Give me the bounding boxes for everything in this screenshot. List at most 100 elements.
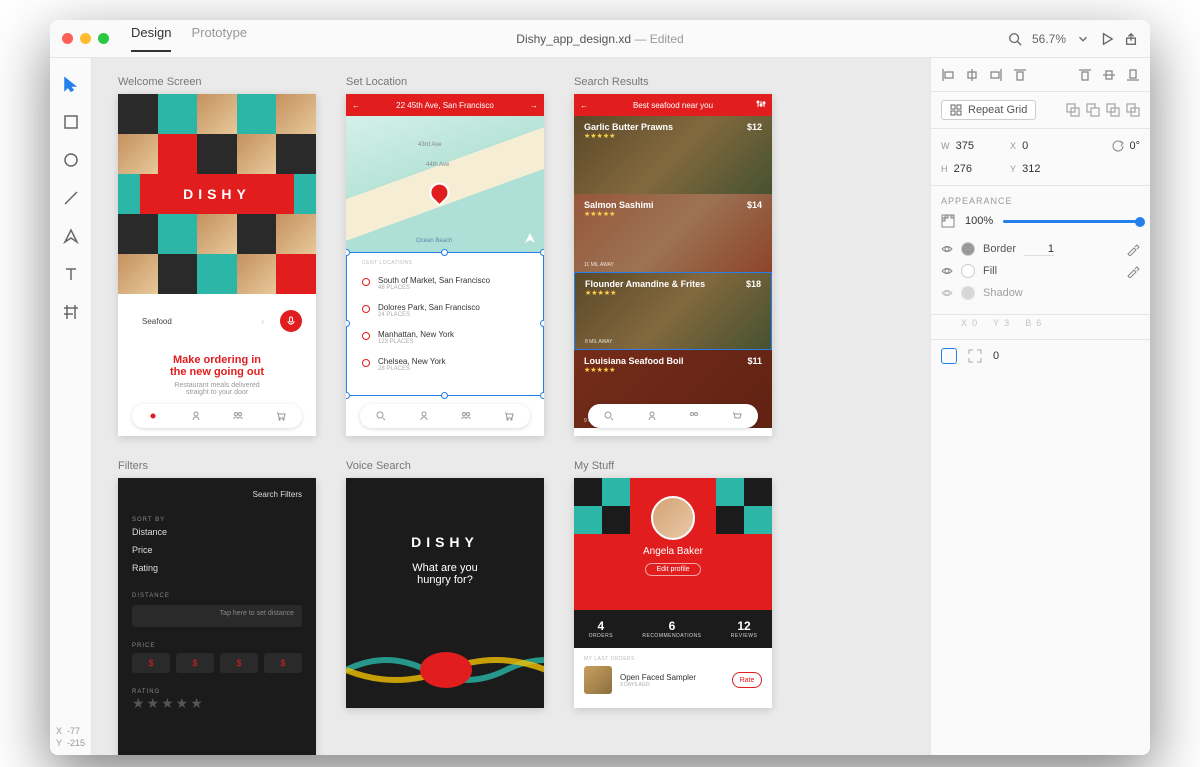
eye-icon[interactable] bbox=[941, 265, 953, 277]
artboard-tool-icon[interactable] bbox=[63, 304, 79, 320]
boolean-ops[interactable] bbox=[1066, 103, 1140, 117]
repeat-grid-button[interactable]: Repeat Grid bbox=[941, 100, 1036, 120]
order-item[interactable]: Open Faced Sampler3 DAYS AGO Rate bbox=[574, 666, 772, 694]
list-item[interactable]: South of Market, San Francisco48 PLACES bbox=[346, 270, 544, 297]
eye-icon[interactable] bbox=[941, 287, 953, 299]
artboard-voice[interactable]: Voice Search DISHY What are youhungry fo… bbox=[346, 460, 544, 755]
artboard-mystuff[interactable]: My Stuff Angela Baker Edit profile bbox=[574, 460, 772, 755]
align-controls-v[interactable] bbox=[1078, 68, 1140, 82]
sort-option[interactable]: Distance bbox=[132, 523, 302, 541]
artboard-filters[interactable]: Filters Search Filters SORT BY Distance … bbox=[118, 460, 316, 755]
result-card[interactable]: Flounder Amandine & Frites★★★★★$188 MIL … bbox=[574, 272, 772, 350]
sort-option[interactable]: Rating bbox=[132, 559, 302, 577]
align-controls[interactable] bbox=[941, 68, 1027, 82]
shadow-y-input[interactable]: 3 bbox=[1004, 318, 1009, 328]
shadow-color-swatch[interactable] bbox=[961, 286, 975, 300]
artboard-welcome[interactable]: Welcome Screen DISHY Seafood bbox=[118, 76, 316, 436]
align-vcenter-icon[interactable] bbox=[1102, 68, 1116, 82]
nav-cart-icon[interactable] bbox=[732, 411, 742, 421]
nav-group-icon[interactable] bbox=[689, 411, 699, 421]
back-icon[interactable]: ← bbox=[352, 101, 360, 110]
align-top2-icon[interactable] bbox=[1078, 68, 1092, 82]
ellipse-tool-icon[interactable] bbox=[63, 152, 79, 168]
nav-profile-icon[interactable] bbox=[647, 411, 657, 421]
y-input[interactable]: 312 bbox=[1022, 163, 1040, 175]
height-input[interactable]: 276 bbox=[954, 163, 972, 175]
nav-cart-icon[interactable] bbox=[276, 411, 286, 421]
bottom-nav[interactable] bbox=[132, 404, 302, 428]
tab-design[interactable]: Design bbox=[131, 25, 171, 52]
result-card[interactable]: Garlic Butter Prawns★★★★★$12 bbox=[574, 116, 772, 194]
minimize-window-button[interactable] bbox=[80, 33, 91, 44]
select-tool-icon[interactable] bbox=[63, 76, 79, 92]
navigate-icon[interactable] bbox=[524, 232, 536, 246]
eyedropper-icon[interactable] bbox=[1126, 242, 1140, 256]
corner-same-icon[interactable] bbox=[941, 348, 957, 364]
close-window-button[interactable] bbox=[62, 33, 73, 44]
bool-subtract-icon[interactable] bbox=[1086, 103, 1100, 117]
rotate-icon[interactable] bbox=[1111, 139, 1125, 153]
nav-profile-icon[interactable] bbox=[191, 411, 201, 421]
tab-prototype[interactable]: Prototype bbox=[191, 25, 247, 52]
voice-search-button[interactable] bbox=[280, 310, 302, 332]
list-item[interactable]: Chelsea, New York28 PLACES bbox=[346, 351, 544, 378]
corner-radius-input[interactable]: 0 bbox=[993, 350, 999, 362]
x-input[interactable]: 0 bbox=[1022, 140, 1028, 152]
bottom-nav[interactable] bbox=[588, 404, 758, 428]
align-top-icon[interactable] bbox=[1013, 68, 1027, 82]
fill-color-swatch[interactable] bbox=[961, 264, 975, 278]
zoom-level[interactable]: 56.7% bbox=[1032, 32, 1066, 46]
list-item[interactable]: Manhattan, New York123 PLACES bbox=[346, 324, 544, 351]
result-card[interactable]: Salmon Sashimi★★★★★$1411 MIL AWAY bbox=[574, 194, 772, 272]
align-hcenter-icon[interactable] bbox=[965, 68, 979, 82]
rotation-input[interactable]: 0° bbox=[1129, 140, 1140, 152]
nav-group-icon[interactable] bbox=[233, 411, 243, 421]
width-input[interactable]: 375 bbox=[956, 140, 974, 152]
opacity-input[interactable]: 100% bbox=[965, 215, 993, 227]
border-width-input[interactable] bbox=[1024, 243, 1054, 256]
nav-group-icon[interactable] bbox=[461, 411, 471, 421]
edit-profile-button[interactable]: Edit profile bbox=[645, 563, 701, 576]
rectangle-tool-icon[interactable] bbox=[63, 114, 79, 130]
nav-cart-icon[interactable] bbox=[504, 411, 514, 421]
search-icon[interactable] bbox=[1008, 32, 1022, 46]
back-icon[interactable]: ← bbox=[580, 101, 588, 110]
maximize-window-button[interactable] bbox=[98, 33, 109, 44]
canvas[interactable]: Welcome Screen DISHY Seafood bbox=[92, 58, 930, 755]
opacity-slider[interactable] bbox=[1003, 220, 1140, 223]
go-icon[interactable]: → bbox=[530, 101, 538, 110]
line-tool-icon[interactable] bbox=[63, 190, 79, 206]
price-filter[interactable]: $$$$ bbox=[132, 653, 302, 673]
search-input[interactable]: Seafood › bbox=[132, 310, 274, 332]
pen-tool-icon[interactable] bbox=[63, 228, 79, 244]
nav-search-icon[interactable] bbox=[604, 411, 614, 421]
bottom-nav[interactable] bbox=[360, 404, 530, 428]
artboard-results[interactable]: Search Results ← Best seafood near you G… bbox=[574, 76, 772, 436]
list-item[interactable]: Dolores Park, San Francisco24 PLACES bbox=[346, 297, 544, 324]
bool-union-icon[interactable] bbox=[1066, 103, 1080, 117]
align-bottom-icon[interactable] bbox=[1126, 68, 1140, 82]
sort-option[interactable]: Price bbox=[132, 541, 302, 559]
map-view[interactable]: 43rd Ave 44th Ave Ocean Beach bbox=[346, 116, 544, 252]
rate-button[interactable]: Rate bbox=[732, 672, 762, 688]
nav-profile-icon[interactable] bbox=[419, 411, 429, 421]
artboard-location[interactable]: Set Location ← 22 45th Ave, San Francisc… bbox=[346, 76, 544, 436]
play-preview-icon[interactable] bbox=[1100, 32, 1114, 46]
nav-search-icon[interactable] bbox=[376, 411, 386, 421]
bool-exclude-icon[interactable] bbox=[1126, 103, 1140, 117]
eye-icon[interactable] bbox=[941, 243, 953, 255]
eyedropper-icon[interactable] bbox=[1126, 264, 1140, 278]
corner-indiv-icon[interactable] bbox=[967, 348, 983, 364]
chevron-down-icon[interactable] bbox=[1076, 32, 1090, 46]
align-right-icon[interactable] bbox=[989, 68, 1003, 82]
text-tool-icon[interactable] bbox=[63, 266, 79, 282]
bool-intersect-icon[interactable] bbox=[1106, 103, 1120, 117]
align-left-icon[interactable] bbox=[941, 68, 955, 82]
share-icon[interactable] bbox=[1124, 32, 1138, 46]
border-color-swatch[interactable] bbox=[961, 242, 975, 256]
distance-input[interactable]: Tap here to set distance bbox=[132, 605, 302, 627]
shadow-x-input[interactable]: 0 bbox=[972, 318, 977, 328]
rating-filter[interactable]: ★★★★★ bbox=[132, 695, 302, 712]
nav-home-icon[interactable] bbox=[148, 411, 158, 421]
shadow-blur-input[interactable]: 6 bbox=[1036, 318, 1041, 328]
